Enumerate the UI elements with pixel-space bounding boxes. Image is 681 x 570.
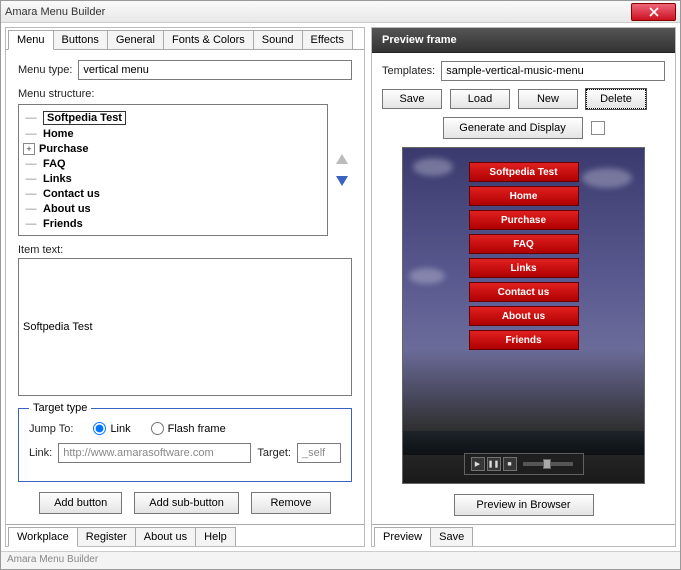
preview-menu-button[interactable]: Purchase [469,210,579,230]
tree-item[interactable]: — FAQ [21,157,325,171]
preview-menu: Softpedia Test Home Purchase FAQ Links Contac… [469,162,579,354]
tree-item-label: Purchase [39,143,89,155]
tree-item-label: Links [43,173,72,185]
target-type-legend: Target type [29,402,91,414]
tree-branch-icon: — [23,188,39,200]
right-pane: Preview frame Templates: Save Load New D… [371,27,676,547]
tree-item[interactable]: — Links [21,172,325,186]
reorder-arrows [332,104,352,236]
delete-button[interactable]: Delete [586,89,646,109]
tree-item[interactable]: — Contact us [21,187,325,201]
tree-branch-icon: — [23,218,39,230]
body: MenuButtonsGeneralFonts & ColorsSoundEff… [1,23,680,551]
preview-canvas: Softpedia Test Home Purchase FAQ Links Contac… [402,147,645,484]
tree-item[interactable]: — About us [21,202,325,216]
load-button[interactable]: Load [450,89,510,109]
remove-button[interactable]: Remove [251,492,331,514]
preview-in-browser-button[interactable]: Preview in Browser [454,494,594,516]
tree-branch-icon: — [23,128,39,140]
display-option-icon[interactable] [591,121,605,135]
menu-tab-content: Menu type: Menu structure: — Softpedia Te… [6,50,364,524]
tree-item-label: Home [43,128,74,140]
tree-branch-icon: — [23,173,39,185]
radio-link[interactable]: Link [93,422,130,435]
preview-frame-header: Preview frame [372,28,675,53]
menu-structure-tree[interactable]: —Softpedia Test—Home+Purchase—FAQ—Links—… [18,104,328,236]
player-stop-icon[interactable]: ■ [503,457,517,471]
tab-buttons[interactable]: Buttons [53,30,108,49]
tab-fonts-colors[interactable]: Fonts & Colors [163,30,254,49]
close-icon [649,7,659,17]
target-type-fieldset: Target type Jump To: Link Flash frame Li… [18,402,352,482]
tab-sound[interactable]: Sound [253,30,303,49]
preview-menu-button[interactable]: FAQ [469,234,579,254]
menu-type-input[interactable] [78,60,352,80]
preview-menu-button[interactable]: Softpedia Test [469,162,579,182]
left-bottom-tabstrip: WorkplaceRegisterAbout usHelp [6,524,364,546]
bottom-tab-register[interactable]: Register [77,527,136,546]
tab-effects[interactable]: Effects [302,30,353,49]
move-down-icon[interactable] [335,175,349,187]
player-volume-slider[interactable] [523,462,573,466]
link-label: Link: [29,447,52,459]
menu-structure-label: Menu structure: [18,88,94,100]
right-bottom-tabstrip: PreviewSave [372,524,675,546]
bottom-tab-help[interactable]: Help [195,527,236,546]
templates-label: Templates: [382,65,435,77]
player-pause-icon[interactable]: ❚❚ [487,457,501,471]
player-play-icon[interactable]: ▶ [471,457,485,471]
tree-branch-icon: — [23,112,39,124]
right-bottom-tab-save[interactable]: Save [430,527,473,546]
item-text-input[interactable] [18,258,352,396]
bottom-tab-workplace[interactable]: Workplace [8,527,78,547]
app-window: Amara Menu Builder MenuButtonsGeneralFon… [0,0,681,570]
tree-branch-icon: — [23,203,39,215]
tree-item[interactable]: — Softpedia Test [21,110,325,126]
new-button[interactable]: New [518,89,578,109]
jump-to-label: Jump To: [29,423,73,435]
tree-item-label: About us [43,203,91,215]
bottom-tab-about-us[interactable]: About us [135,527,196,546]
radio-flash-frame[interactable]: Flash frame [151,422,226,435]
preview-player: ▶ ❚❚ ■ [464,453,584,475]
save-button[interactable]: Save [382,89,442,109]
move-up-icon[interactable] [335,153,349,165]
preview-menu-button[interactable]: Links [469,258,579,278]
right-content: Templates: Save Load New Delete Generate… [372,53,675,524]
expand-icon[interactable]: + [23,143,35,155]
tree-item-label: Contact us [43,188,100,200]
preview-menu-button[interactable]: About us [469,306,579,326]
tree-item[interactable]: + Purchase [21,142,325,156]
add-button[interactable]: Add button [39,492,122,514]
tab-menu[interactable]: Menu [8,30,54,50]
titlebar: Amara Menu Builder [1,1,680,23]
status-bar: Amara Menu Builder [1,551,680,569]
close-button[interactable] [631,3,676,21]
tree-item[interactable]: — Friends [21,217,325,231]
preview-landscape [403,431,644,455]
preview-menu-button[interactable]: Contact us [469,282,579,302]
right-bottom-tab-preview[interactable]: Preview [374,527,431,547]
preview-menu-button[interactable]: Friends [469,330,579,350]
left-pane: MenuButtonsGeneralFonts & ColorsSoundEff… [5,27,365,547]
preview-menu-button[interactable]: Home [469,186,579,206]
menu-type-label: Menu type: [18,64,72,76]
tab-general[interactable]: General [107,30,164,49]
tree-item-label: Friends [43,218,83,230]
left-tabstrip: MenuButtonsGeneralFonts & ColorsSoundEff… [6,28,364,50]
window-title: Amara Menu Builder [5,6,631,18]
tree-branch-icon: — [23,158,39,170]
add-sub-button[interactable]: Add sub-button [134,492,239,514]
templates-input[interactable] [441,61,665,81]
link-input[interactable] [58,443,251,463]
tree-item[interactable]: — Home [21,127,325,141]
target-input[interactable] [297,443,341,463]
item-text-label: Item text: [18,244,352,256]
tree-item-label: FAQ [43,158,66,170]
generate-display-button[interactable]: Generate and Display [443,117,583,139]
target-label: Target: [257,447,291,459]
tree-item-label: Softpedia Test [43,111,126,125]
